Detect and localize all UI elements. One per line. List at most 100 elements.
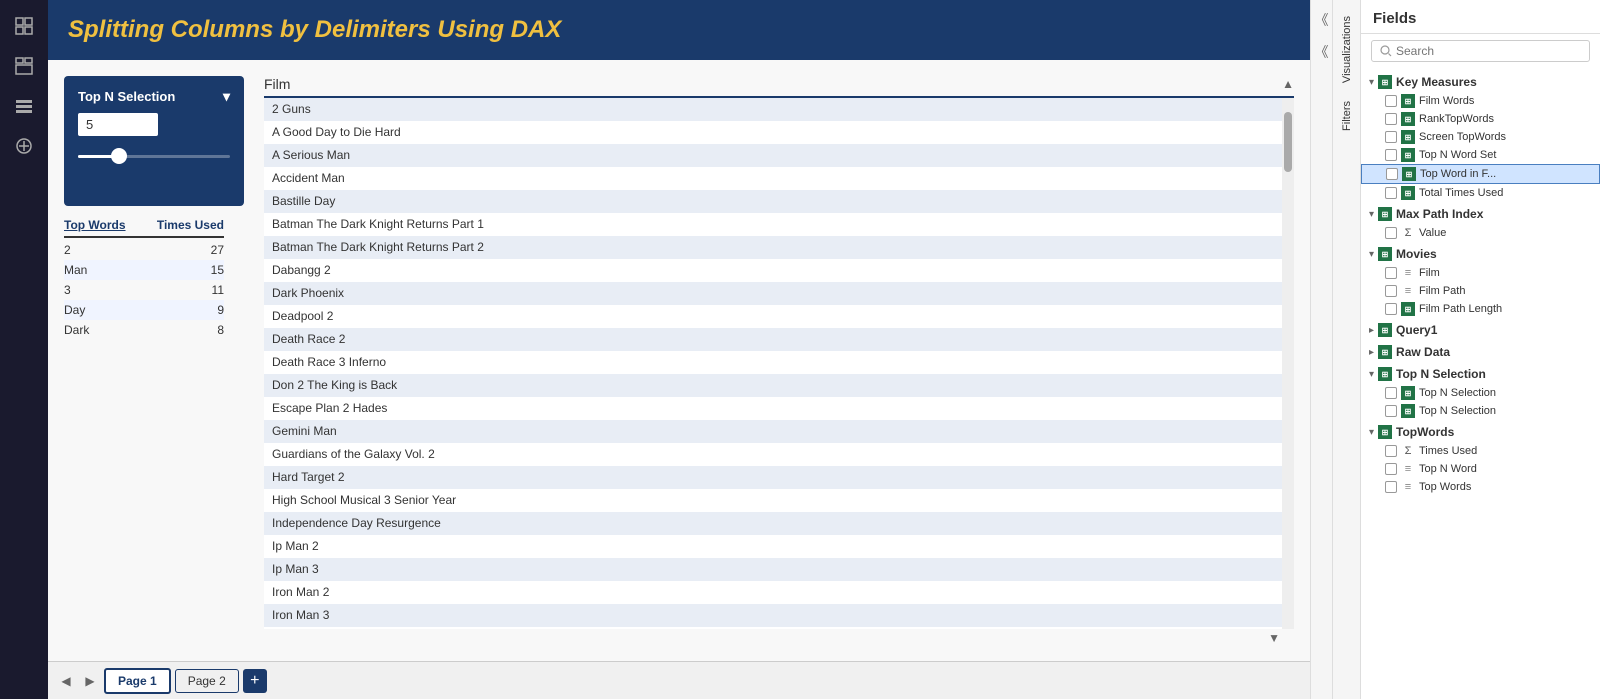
film-list-item[interactable]: Independence Day Resurgence [264,512,1282,535]
top-n-title: Top N Selection ▾ [78,88,230,105]
film-list-item[interactable]: Bastille Day [264,190,1282,213]
tree-item[interactable]: ≡Film Path [1361,282,1600,300]
film-list-item[interactable]: Batman The Dark Knight Returns Part 2 [264,236,1282,259]
field-checkbox[interactable] [1385,463,1397,475]
field-checkbox[interactable] [1385,285,1397,297]
sigma-icon: Σ [1401,444,1415,458]
field-checkbox[interactable] [1386,168,1398,180]
film-list-item[interactable]: Hard Target 2 [264,466,1282,489]
film-list-item[interactable]: 2 Guns [264,98,1282,121]
tree-group-header[interactable]: ▾⊞Max Path Index [1361,204,1600,224]
top-words-row: 311 [64,280,224,300]
film-list-item[interactable]: Escape Plan 2 Hades [264,397,1282,420]
tree-item[interactable]: ≡Top N Word [1361,460,1600,478]
field-checkbox[interactable] [1385,113,1397,125]
film-list-item[interactable]: A Good Day to Die Hard [264,121,1282,144]
film-list-title: Film [264,76,290,92]
tree-group-header[interactable]: ▸⊞Raw Data [1361,342,1600,362]
field-checkbox[interactable] [1385,387,1397,399]
visualizations-tab[interactable]: Visualizations [1339,8,1355,91]
filters-tab[interactable]: Filters [1339,93,1355,139]
fields-panel: Fields ▾⊞Key Measures⊞Film Words⊞RankTop… [1360,0,1600,699]
sidebar-icon-2[interactable] [6,48,42,84]
film-list-item[interactable]: Dark Phoenix [264,282,1282,305]
sidebar-icon-3[interactable] [6,88,42,124]
fields-search-input[interactable] [1392,44,1581,58]
table-icon: ⊞ [1401,130,1415,144]
field-checkbox[interactable] [1385,131,1397,143]
page1-tab[interactable]: Page 1 [104,668,171,694]
tree-item[interactable]: ⊞Top Word in F... [1361,164,1600,184]
tree-item[interactable]: ΣTimes Used [1361,442,1600,460]
table-icon: ⊞ [1378,425,1392,439]
tree-item[interactable]: ΣValue [1361,224,1600,242]
film-scroll-up-icon[interactable]: ▲ [1282,77,1294,91]
tree-group-header[interactable]: ▾⊞TopWords [1361,422,1600,442]
field-checkbox[interactable] [1385,95,1397,107]
film-list-item[interactable]: Iron Man 3 [264,604,1282,627]
tree-item[interactable]: ⊞Total Times Used [1361,184,1600,202]
tree-item[interactable]: ⊞Top N Selection [1361,384,1600,402]
left-sidebar [0,0,48,699]
tree-item[interactable]: ⊞Film Path Length [1361,300,1600,318]
collapse-panel-button-2[interactable]: 《 [1311,38,1333,66]
tree-group-header[interactable]: ▸⊞Query1 [1361,320,1600,340]
film-list-item[interactable]: Guardians of the Galaxy Vol. 2 [264,443,1282,466]
film-scroll-down-icon[interactable]: ▼ [1268,631,1280,645]
add-page-button[interactable]: + [243,669,267,693]
field-checkbox[interactable] [1385,149,1397,161]
table-icon: ⊞ [1378,323,1392,337]
film-list-item[interactable]: Don 2 The King is Back [264,374,1282,397]
scrollbar-thumb[interactable] [1284,112,1292,172]
top-words-rows: 227Man15311Day9Dark8 [64,240,224,340]
film-list-item[interactable]: High School Musical 3 Senior Year [264,489,1282,512]
film-list-item[interactable]: Ip Man 2 [264,535,1282,558]
film-list-item[interactable]: Death Race 3 Inferno [264,351,1282,374]
tree-item[interactable]: ⊞Top N Word Set [1361,146,1600,164]
field-checkbox[interactable] [1385,445,1397,457]
nav-prev-arrow[interactable]: ◀ [56,671,76,691]
collapse-panel-button[interactable]: 《 [1311,6,1333,34]
top-n-dropdown-icon[interactable]: ▾ [223,88,230,105]
tree-item[interactable]: ≡Top Words [1361,478,1600,496]
film-list-item[interactable]: Batman The Dark Knight Returns Part 1 [264,213,1282,236]
header: Splitting Columns by Delimiters Using DA… [48,0,1310,60]
film-list-item[interactable]: Ip Man 3 [264,558,1282,581]
field-checkbox[interactable] [1385,267,1397,279]
tree-item[interactable]: ≡Film [1361,264,1600,282]
tree-item-label: Top N Selection [1419,405,1592,417]
tree-group: ▾⊞Movies≡Film≡Film Path⊞Film Path Length [1361,244,1600,318]
page2-tab[interactable]: Page 2 [175,669,239,693]
field-checkbox[interactable] [1385,227,1397,239]
film-list-header: Film ▲ [264,76,1294,98]
film-list-item[interactable]: Death Race 2 [264,328,1282,351]
table-icon: ⊞ [1401,94,1415,108]
nav-next-arrow[interactable]: ▶ [80,671,100,691]
field-icon: ≡ [1401,266,1415,280]
film-list-item[interactable]: A Serious Man [264,144,1282,167]
tree-item[interactable]: ⊞Film Words [1361,92,1600,110]
film-list-item[interactable]: Iron Man 2 [264,581,1282,604]
sidebar-icon-1[interactable] [6,8,42,44]
top-n-input[interactable] [78,113,158,136]
tree-group-header[interactable]: ▾⊞Movies [1361,244,1600,264]
tree-item-label: Film Path [1419,285,1592,297]
field-checkbox[interactable] [1385,481,1397,493]
film-list-item[interactable]: Gemini Man [264,420,1282,443]
slider-thumb[interactable] [111,148,127,164]
tree-group-header[interactable]: ▾⊞Key Measures [1361,72,1600,92]
tree-item[interactable]: ⊞RankTopWords [1361,110,1600,128]
slider-container [78,146,230,166]
film-list-item[interactable]: Dabangg 2 [264,259,1282,282]
sidebar-icon-4[interactable] [6,128,42,164]
tree-group-header[interactable]: ▾⊞Top N Selection [1361,364,1600,384]
tree-item[interactable]: ⊞Top N Selection [1361,402,1600,420]
film-list-item[interactable]: Accident Man [264,167,1282,190]
tree-item-label: Top N Word Set [1419,149,1592,161]
field-checkbox[interactable] [1385,303,1397,315]
field-checkbox[interactable] [1385,405,1397,417]
field-checkbox[interactable] [1385,187,1397,199]
film-list-item[interactable]: Deadpool 2 [264,305,1282,328]
fields-search-box[interactable] [1371,40,1590,62]
tree-item[interactable]: ⊞Screen TopWords [1361,128,1600,146]
